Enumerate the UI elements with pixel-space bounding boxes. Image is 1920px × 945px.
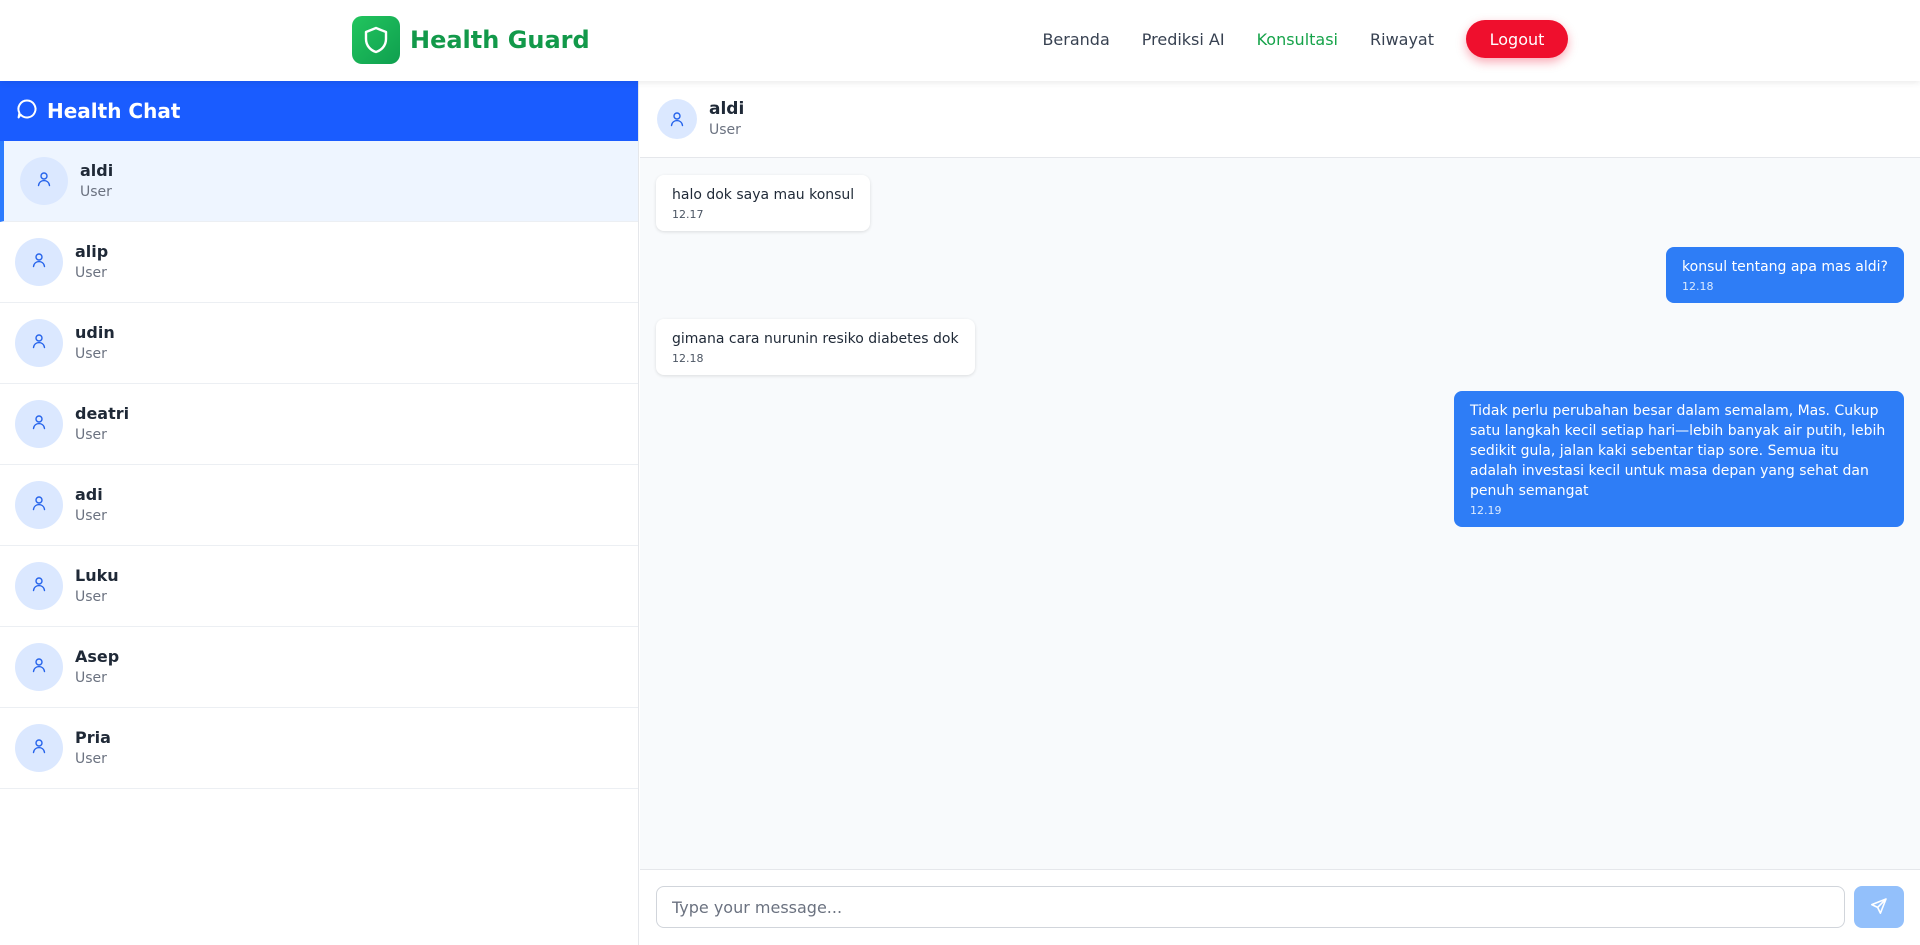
contact-name: alip — [75, 242, 109, 261]
contact-role: User — [75, 346, 107, 362]
send-button[interactable] — [1854, 886, 1904, 928]
avatar — [15, 724, 63, 772]
contact-name: adi — [75, 485, 103, 504]
outgoing-message: konsul tentang apa mas aldi? 12.18 — [1666, 247, 1904, 303]
message-row: gimana cara nurunin resiko diabetes dok 1… — [656, 319, 1904, 375]
message-input[interactable] — [656, 886, 1845, 928]
logout-button[interactable]: Logout — [1466, 20, 1568, 58]
contact-item-udin[interactable]: udin User — [0, 303, 638, 384]
avatar — [15, 238, 63, 286]
contact-item-aldi[interactable]: aldi User — [0, 141, 638, 222]
user-icon — [31, 333, 47, 353]
contact-item-asep[interactable]: Asep User — [0, 627, 638, 708]
nav-link-prediksi-ai[interactable]: Prediksi AI — [1142, 30, 1225, 49]
message-text: Tidak perlu perubahan besar dalam semala… — [1470, 403, 1886, 499]
contact-role: User — [75, 265, 107, 281]
chat-header: aldi User — [640, 81, 1920, 158]
user-icon — [31, 414, 47, 434]
avatar — [15, 562, 63, 610]
user-icon — [31, 576, 47, 596]
contact-item-pria[interactable]: Pria User — [0, 708, 638, 789]
incoming-message: gimana cara nurunin resiko diabetes dok 1… — [656, 319, 975, 375]
message-time: 12.18 — [672, 352, 704, 365]
avatar — [15, 481, 63, 529]
outgoing-message: Tidak perlu perubahan besar dalam semala… — [1454, 391, 1904, 527]
nav-link-beranda[interactable]: Beranda — [1042, 30, 1109, 49]
avatar — [20, 157, 68, 205]
contact-name: deatri — [75, 404, 130, 423]
top-navbar: Health Guard Beranda Prediksi AI Konsult… — [0, 0, 1920, 81]
brand[interactable]: Health Guard — [352, 16, 590, 64]
nav-link-riwayat[interactable]: Riwayat — [1370, 30, 1434, 49]
contact-item-luku[interactable]: Luku User — [0, 546, 638, 627]
incoming-message: halo dok saya mau konsul 12.17 — [656, 175, 871, 231]
chat-panel: aldi User halo dok saya mau konsul 12.17 k… — [640, 81, 1920, 945]
brand-name: Health Guard — [410, 26, 590, 54]
contact-role: User — [75, 751, 107, 767]
chat-user-role: User — [709, 122, 741, 138]
contact-item-deatri[interactable]: deatri User — [0, 384, 638, 465]
message-time: 12.17 — [672, 208, 704, 221]
avatar — [15, 643, 63, 691]
contact-role: User — [80, 184, 112, 200]
user-icon — [31, 495, 47, 515]
main-nav: Beranda Prediksi AI Konsultasi Riwayat L… — [1010, 20, 1568, 58]
contact-name: Asep — [75, 647, 120, 666]
contact-role: User — [75, 589, 107, 605]
shield-icon — [352, 16, 400, 64]
message-row: halo dok saya mau konsul 12.17 — [656, 175, 1904, 231]
sidebar-title: Health Chat — [47, 99, 181, 123]
user-icon — [31, 738, 47, 758]
message-row: Tidak perlu perubahan besar dalam semala… — [656, 391, 1904, 527]
contact-role: User — [75, 670, 107, 686]
message-text: halo dok saya mau konsul — [672, 187, 855, 203]
contact-role: User — [75, 508, 107, 524]
user-icon — [31, 657, 47, 677]
contact-name: udin — [75, 323, 115, 342]
user-icon — [31, 252, 47, 272]
chat-user-name: aldi — [709, 99, 745, 119]
contact-list: aldi User alip User udin User deatri User adi Use… — [0, 141, 638, 789]
message-text: konsul tentang apa mas aldi? — [1682, 259, 1888, 275]
contact-item-alip[interactable]: alip User — [0, 222, 638, 303]
avatar — [15, 319, 63, 367]
send-icon — [1870, 897, 1888, 918]
nav-link-konsultasi[interactable]: Konsultasi — [1257, 30, 1338, 49]
contact-name: Luku — [75, 566, 119, 585]
message-time: 12.19 — [1470, 504, 1502, 517]
contact-item-adi[interactable]: adi User — [0, 465, 638, 546]
message-time: 12.18 — [1682, 280, 1714, 293]
contact-role: User — [75, 427, 107, 443]
avatar — [657, 99, 697, 139]
message-text: gimana cara nurunin resiko diabetes dok — [672, 331, 959, 347]
sidebar-header: Health Chat — [0, 81, 638, 141]
message-list: halo dok saya mau konsul 12.17 konsul tent… — [656, 175, 1904, 543]
chat-sidebar: Health Chat aldi User alip User udin User deat… — [0, 81, 639, 945]
contact-name: aldi — [80, 161, 114, 180]
contact-name: Pria — [75, 728, 111, 747]
chat-bubble-icon — [16, 98, 38, 124]
message-composer — [640, 869, 1920, 945]
user-icon — [36, 171, 52, 191]
avatar — [15, 400, 63, 448]
message-row: konsul tentang apa mas aldi? 12.18 — [656, 247, 1904, 303]
